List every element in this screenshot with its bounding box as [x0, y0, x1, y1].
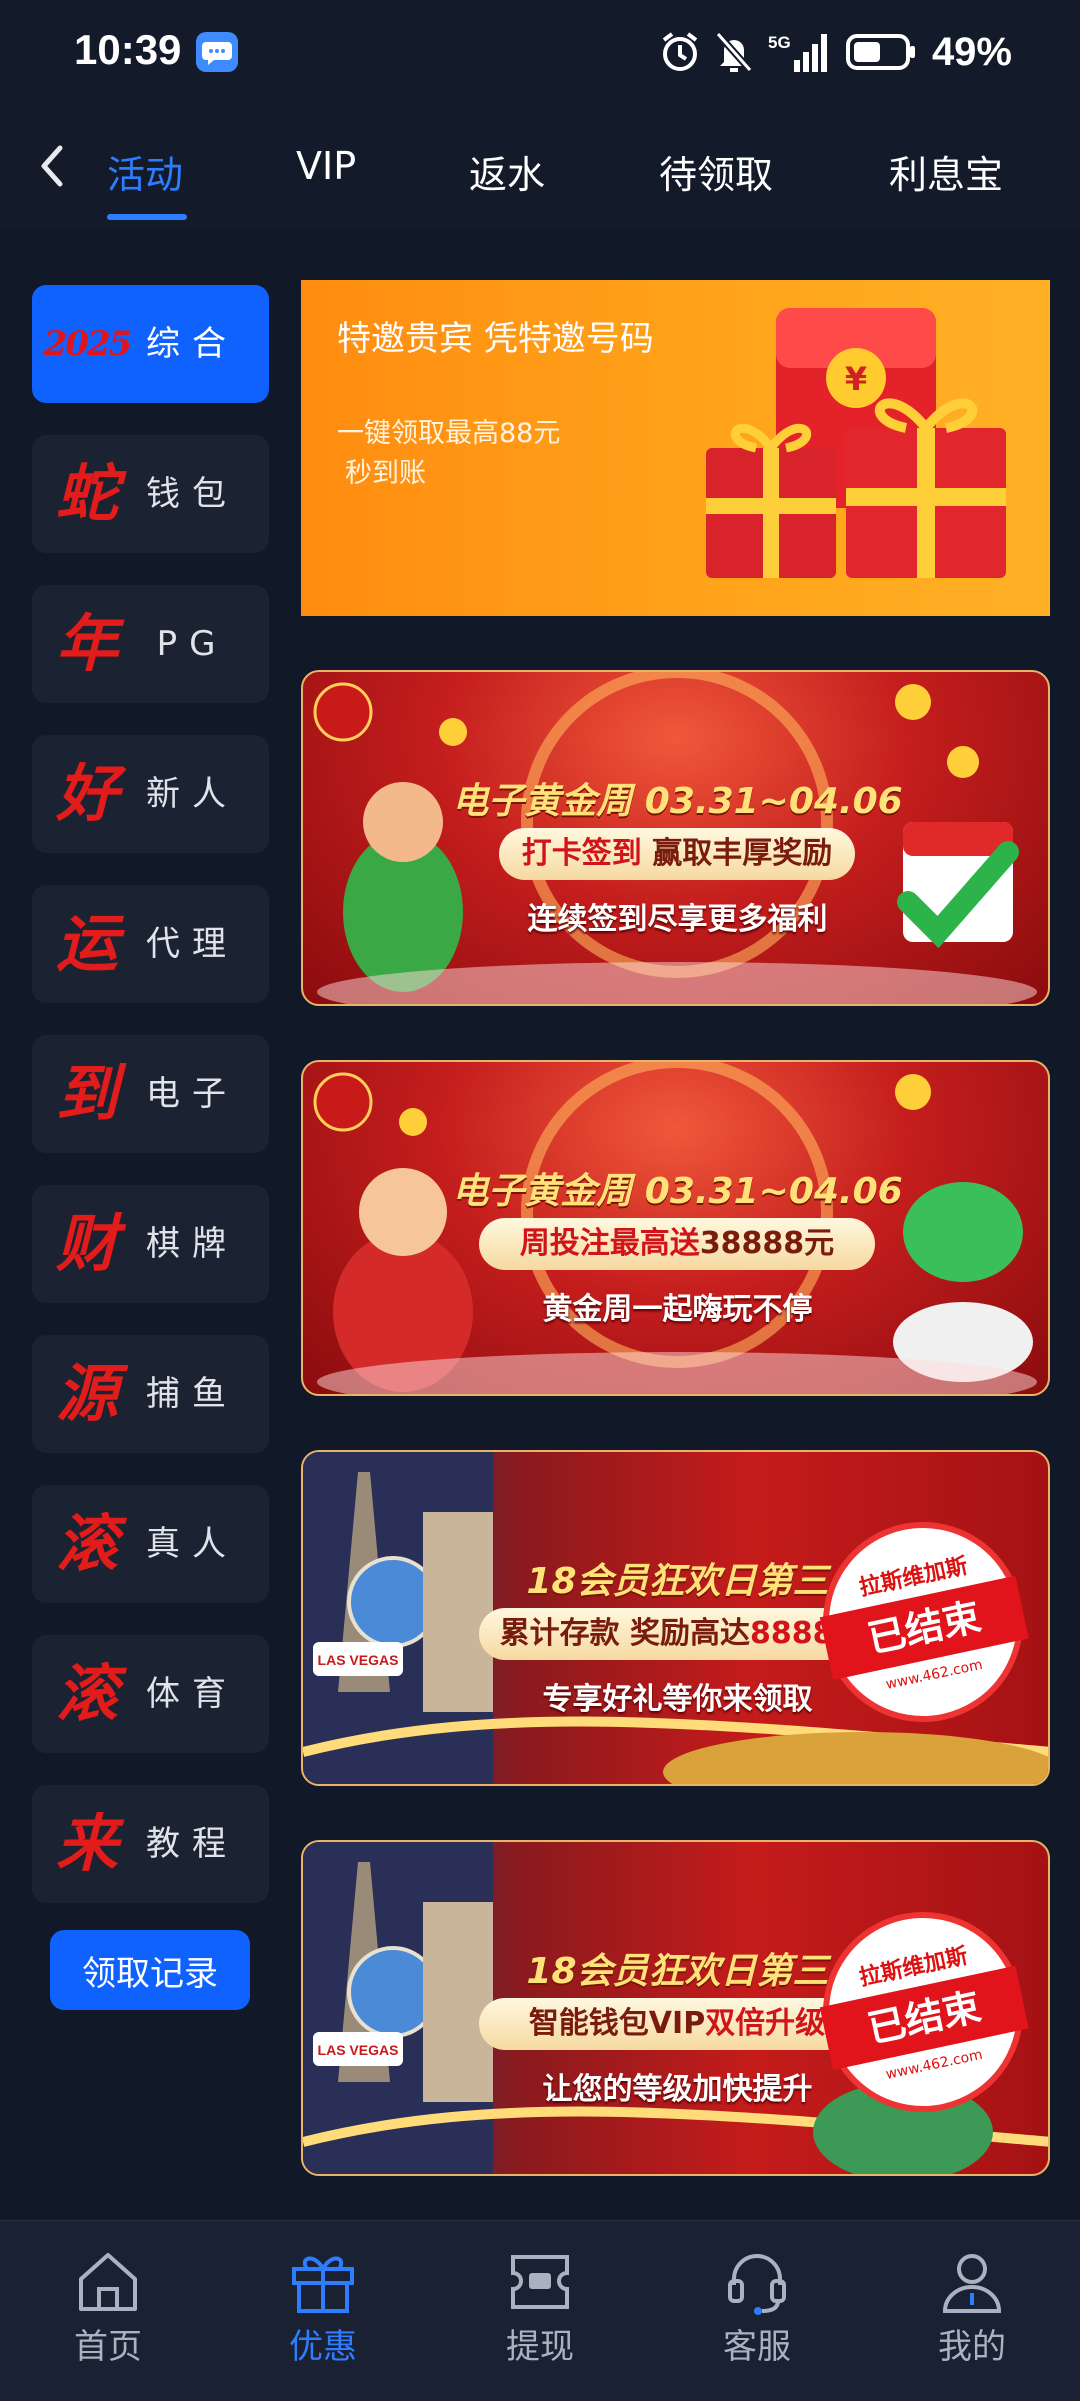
- sidebar-item-label: 综合: [146, 324, 238, 364]
- sidebar-item-general[interactable]: 2025 综合: [32, 285, 269, 403]
- sidebar-item-cards[interactable]: 财 棋牌: [32, 1185, 269, 1303]
- bottom-navigation: 首页 优惠 提现 客服 我的: [0, 2220, 1080, 2401]
- status-bar: 10:39 5G 49%: [0, 0, 1080, 104]
- sidebar-item-label: PG: [156, 624, 228, 664]
- banner-highlight-pill: 周投注最高送38888元: [479, 1218, 875, 1270]
- svg-text:¥: ¥: [845, 360, 867, 398]
- gold-week-wager-banner[interactable]: 电子黄金周 03.31~04.06 周投注最高送38888元 黄金周一起嗨玩不停: [301, 1060, 1050, 1396]
- promo-subtitle-line: 一键领取最高88元: [337, 418, 561, 449]
- status-time: 10:39: [74, 26, 182, 73]
- alarm-icon: [660, 30, 700, 74]
- nav-label: 提现: [506, 2327, 574, 2367]
- nav-label: 优惠: [289, 2327, 357, 2367]
- tab-vip[interactable]: VIP: [296, 144, 356, 188]
- sidebar-glyph: 滚: [55, 1657, 118, 1730]
- sidebar-item-label: 棋牌: [146, 1224, 238, 1264]
- tab-interest[interactable]: 利息宝: [889, 144, 1003, 199]
- banner-highlight-pill: 累计存款 奖励高达88888: [479, 1608, 875, 1660]
- signal-icon: 5G: [768, 30, 832, 74]
- sidebar-item-tutorial[interactable]: 来 教程: [32, 1785, 269, 1903]
- nav-support[interactable]: 客服: [682, 2249, 832, 2369]
- sidebar-item-live[interactable]: 滚 真人: [32, 1485, 269, 1603]
- sidebar-glyph: 2025: [43, 324, 133, 364]
- sidebar-item-label: 体育: [146, 1674, 238, 1714]
- gift-icon: [292, 2256, 354, 2313]
- sidebar-glyph: 来: [55, 1807, 118, 1880]
- nav-offers[interactable]: 优惠: [248, 2249, 398, 2369]
- sidebar-item-label: 捕鱼: [146, 1374, 238, 1414]
- mute-bell-icon: [714, 30, 754, 74]
- member-carnival-deposit-banner[interactable]: LAS VEGAS 18会员狂欢日第三 累计存款 奖励高达88888 专享好礼等…: [301, 1450, 1050, 1786]
- sidebar-item-label: 电子: [146, 1074, 238, 1114]
- member-carnival-vip-banner[interactable]: LAS VEGAS 18会员狂欢日第三 智能钱包VIP双倍升级 让您的等级加快提…: [301, 1840, 1050, 2176]
- sidebar-item-newcomer[interactable]: 好 新人: [32, 735, 269, 853]
- sidebar-item-label: 代理: [146, 924, 238, 964]
- pill-highlight: 双倍升级: [705, 2006, 826, 2041]
- pill-highlight: 周投注最高送: [519, 1226, 700, 1261]
- main-content: 2025 综合 蛇 钱包 年 PG 好 新人 运 代理 到 电子 财 棋牌 源 …: [0, 230, 1080, 2220]
- pill-text: 智能钱包VIP: [528, 2006, 706, 2041]
- gift-box-illustration: ¥: [706, 308, 1006, 578]
- tab-activities[interactable]: 活动: [107, 144, 183, 199]
- sidebar-item-label: 新人: [146, 774, 238, 814]
- nav-home[interactable]: 首页: [33, 2249, 183, 2369]
- sidebar-item-agent[interactable]: 运 代理: [32, 885, 269, 1003]
- sidebar-glyph: 到: [55, 1057, 118, 1130]
- sidebar-item-fishing[interactable]: 源 捕鱼: [32, 1335, 269, 1453]
- message-notification-icon: [196, 32, 238, 72]
- network-type: 5G: [768, 33, 791, 52]
- sidebar-glyph: 运: [55, 907, 118, 980]
- sidebar-glyph: 好: [55, 757, 118, 830]
- las-vegas-sign: LAS VEGAS: [318, 2042, 399, 2058]
- nav-label: 首页: [74, 2327, 142, 2367]
- banner-title: 电子黄金周 03.31~04.06: [452, 781, 903, 822]
- tab-pending[interactable]: 待领取: [659, 144, 773, 199]
- banner-highlight-pill: 智能钱包VIP双倍升级: [479, 1998, 875, 2050]
- chevron-left-icon: [41, 145, 63, 187]
- banner-title: 电子黄金周 03.31~04.06: [452, 1171, 903, 1212]
- user-icon: [942, 2254, 1002, 2313]
- banner-subtitle: 连续签到尽享更多福利: [527, 902, 828, 937]
- vip-invite-banner[interactable]: 特邀贵宾 凭特邀号码 一键领取最高88元 秒到账 ¥: [301, 280, 1050, 616]
- gold-week-checkin-banner[interactable]: 电子黄金周 03.31~04.06 打卡签到 赢取丰厚奖励 连续签到尽享更多福利: [301, 670, 1050, 1006]
- banner-subtitle: 黄金周一起嗨玩不停: [542, 1292, 813, 1327]
- sidebar-glyph: 源: [55, 1357, 118, 1430]
- sidebar-glyph: 年: [55, 607, 118, 680]
- active-tab-indicator: [107, 214, 187, 220]
- nav-label: 客服: [723, 2327, 791, 2367]
- claim-records-button[interactable]: 领取记录: [50, 1930, 250, 2010]
- pill-highlight: 打卡签到: [521, 836, 642, 871]
- battery-percent: 49%: [931, 29, 1012, 74]
- promo-title: 特邀贵宾 凭特邀号码: [337, 319, 654, 359]
- tab-rebate[interactable]: 返水: [469, 144, 545, 199]
- pill-text: 累计存款 奖励高达: [499, 1616, 751, 1651]
- sidebar-item-slots[interactable]: 到 电子: [32, 1035, 269, 1153]
- withdraw-icon: [511, 2255, 569, 2309]
- headset-icon: [728, 2254, 786, 2315]
- nav-profile[interactable]: 我的: [897, 2249, 1047, 2369]
- top-tab-bar: 活动 VIP 返水 待领取 利息宝: [0, 104, 1080, 230]
- sidebar-glyph: 滚: [55, 1507, 118, 1580]
- promo-subtitle-line: 秒到账: [345, 458, 426, 489]
- sidebar-item-label: 钱包: [146, 474, 238, 514]
- nav-withdraw[interactable]: 提现: [465, 2249, 615, 2369]
- pill-text: 赢取丰厚奖励: [652, 836, 833, 871]
- las-vegas-sign: LAS VEGAS: [318, 1652, 399, 1668]
- sidebar-item-label: 真人: [146, 1524, 238, 1564]
- sidebar-item-label: 教程: [146, 1824, 238, 1864]
- sidebar-glyph: 蛇: [55, 457, 118, 530]
- nav-label: 我的: [938, 2327, 1006, 2367]
- sidebar-item-wallet[interactable]: 蛇 钱包: [32, 435, 269, 553]
- home-icon: [79, 2253, 137, 2311]
- sidebar-item-sports[interactable]: 滚 体育: [32, 1635, 269, 1753]
- sidebar-item-pg[interactable]: 年 PG: [32, 585, 269, 703]
- battery-icon: [845, 32, 918, 72]
- pill-text: 38888元: [699, 1226, 835, 1261]
- back-button[interactable]: [30, 138, 74, 194]
- banner-highlight-pill: 打卡签到 赢取丰厚奖励: [499, 828, 855, 880]
- sidebar-glyph: 财: [55, 1207, 118, 1280]
- promo-subtitle: 一键领取最高88元 秒到账: [337, 414, 637, 494]
